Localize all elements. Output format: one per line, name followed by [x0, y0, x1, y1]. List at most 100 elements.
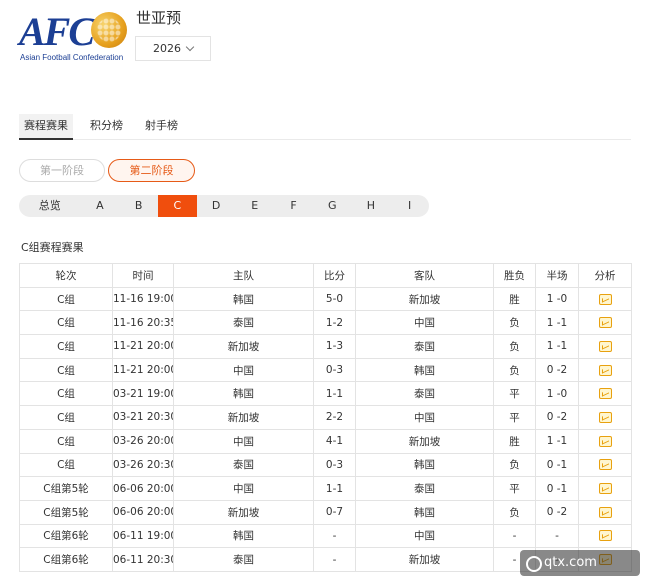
cell-round: C组第5轮: [19, 476, 113, 501]
schedule-table: 轮次 时间 主队 比分 客队 胜负 半场 分析 C组 11-16 19:00 韩国 5…: [19, 263, 632, 572]
page-title: 世亚预: [136, 9, 182, 27]
cell-time: 11-21 20:00: [112, 334, 174, 359]
cell-halftime: 0 -1: [535, 452, 579, 478]
cell-halftime: -: [535, 523, 579, 549]
afc-logo: AFC Asian Football Confederation: [19, 10, 129, 64]
stage-2-button[interactable]: 第二阶段: [108, 159, 195, 182]
group-tab-c[interactable]: C: [157, 195, 197, 217]
analysis-icon[interactable]: [598, 293, 612, 305]
cell-analysis[interactable]: [578, 286, 632, 312]
cell-away-team: 中国: [355, 523, 494, 549]
col-halftime: 半场: [535, 263, 579, 288]
cell-score: 0-3: [313, 452, 356, 478]
group-tab-d[interactable]: D: [197, 195, 236, 217]
group-tab-h[interactable]: H: [352, 195, 391, 217]
cell-score: -: [313, 523, 356, 549]
analysis-icon[interactable]: [598, 435, 612, 447]
cell-score: 2-2: [313, 405, 356, 430]
cell-home-team: 泰国: [173, 310, 314, 336]
cell-round: C组: [19, 286, 113, 312]
col-score: 比分: [313, 263, 356, 288]
group-tab-b[interactable]: B: [119, 195, 158, 217]
cell-away-team: 新加坡: [355, 547, 494, 572]
cell-away-team: 韩国: [355, 357, 494, 383]
analysis-icon[interactable]: [598, 459, 612, 471]
table-header-row: 轮次 时间 主队 比分 客队 胜负 半场 分析: [19, 263, 632, 288]
group-tab-overview[interactable]: 总览: [19, 195, 81, 217]
table-row: C组第5轮 06-06 20:00 新加坡 0-7 韩国负 0 -2: [19, 499, 632, 525]
cell-halftime: 1 -0: [535, 286, 579, 312]
cell-time: 06-06 20:00: [112, 476, 174, 501]
cell-analysis[interactable]: [578, 310, 632, 336]
cell-result: 平: [493, 476, 536, 501]
cell-time: 11-16 20:35: [112, 310, 174, 336]
cell-round: C组第6轮: [19, 523, 113, 549]
cell-score: 1-1: [313, 381, 356, 407]
cell-analysis[interactable]: [578, 381, 632, 407]
cell-time: 11-21 20:00: [112, 357, 174, 383]
cell-score: 4-1: [313, 428, 356, 454]
tab-schedule[interactable]: 赛程赛果: [19, 114, 73, 140]
col-result: 胜负: [493, 263, 536, 288]
cell-score: 0-7: [313, 499, 356, 525]
col-away: 客队: [355, 263, 494, 288]
cell-result: -: [493, 523, 536, 549]
analysis-icon[interactable]: [598, 317, 612, 329]
cell-analysis[interactable]: [578, 428, 632, 454]
cell-result: 负: [493, 310, 536, 336]
cell-analysis[interactable]: [578, 452, 632, 478]
tab-standings[interactable]: 积分榜: [85, 114, 128, 140]
stage-1-button[interactable]: 第一阶段: [19, 159, 105, 182]
analysis-icon[interactable]: [598, 411, 612, 423]
cell-round: C组: [19, 334, 113, 359]
cell-time: 03-21 20:30: [112, 405, 174, 430]
cell-round: C组: [19, 310, 113, 336]
analysis-icon[interactable]: [598, 364, 612, 376]
cell-away-team: 韩国: [355, 452, 494, 478]
cell-analysis[interactable]: [578, 476, 632, 501]
cell-analysis[interactable]: [578, 334, 632, 359]
year-select[interactable]: 2026: [135, 36, 211, 61]
cell-analysis[interactable]: [578, 523, 632, 549]
cell-time: 06-06 20:00: [112, 499, 174, 525]
tab-scorers[interactable]: 射手榜: [140, 114, 183, 140]
cell-time: 03-26 20:30: [112, 452, 174, 478]
cell-round: C组: [19, 452, 113, 478]
cell-home-team: 中国: [173, 428, 314, 454]
table-row: C组第6轮 06-11 19:00 韩国 - 中国 - -: [19, 523, 632, 549]
cell-halftime: 0 -2: [535, 357, 579, 383]
cell-analysis[interactable]: [578, 357, 632, 383]
cell-analysis[interactable]: [578, 405, 632, 430]
analysis-icon[interactable]: [598, 483, 612, 495]
cell-away-team: 泰国: [355, 381, 494, 407]
analysis-icon[interactable]: [598, 506, 612, 518]
cell-score: 0-3: [313, 357, 356, 383]
group-tab-f[interactable]: F: [274, 195, 313, 217]
cell-halftime: 0 -1: [535, 476, 579, 501]
table-row: C组 03-26 20:00 中国 4-1 新加坡胜 1 -1: [19, 428, 632, 454]
cell-halftime: 0 -2: [535, 499, 579, 525]
cell-home-team: 新加坡: [173, 334, 314, 359]
year-value: 2026: [153, 42, 181, 55]
analysis-icon[interactable]: [598, 388, 612, 400]
group-tab-e[interactable]: E: [235, 195, 274, 217]
main-tabs: 赛程赛果 积分榜 射手榜: [19, 114, 631, 140]
cell-analysis[interactable]: [578, 499, 632, 525]
group-tab-i[interactable]: I: [390, 195, 429, 217]
group-tab-g[interactable]: G: [313, 195, 352, 217]
table-row: C组 03-21 19:00 韩国 1-1 泰国平 1 -0: [19, 381, 632, 407]
cell-halftime: 1 -1: [535, 334, 579, 359]
cell-away-team: 泰国: [355, 334, 494, 359]
table-row: C组 03-26 20:30 泰国 0-3 韩国负 0 -1: [19, 452, 632, 478]
cell-result: 平: [493, 381, 536, 407]
cell-round: C组: [19, 357, 113, 383]
cell-home-team: 泰国: [173, 547, 314, 572]
analysis-icon[interactable]: [598, 340, 612, 352]
table-row: C组 11-21 20:00 新加坡 1-3 泰国负 1 -1: [19, 334, 632, 359]
table-row: C组 11-16 20:35 泰国 1-2 中国负 1 -1: [19, 310, 632, 336]
col-home: 主队: [173, 263, 314, 288]
analysis-icon[interactable]: [598, 530, 612, 542]
cell-away-team: 泰国: [355, 476, 494, 501]
cell-round: C组: [19, 381, 113, 407]
group-tab-a[interactable]: A: [81, 195, 120, 217]
